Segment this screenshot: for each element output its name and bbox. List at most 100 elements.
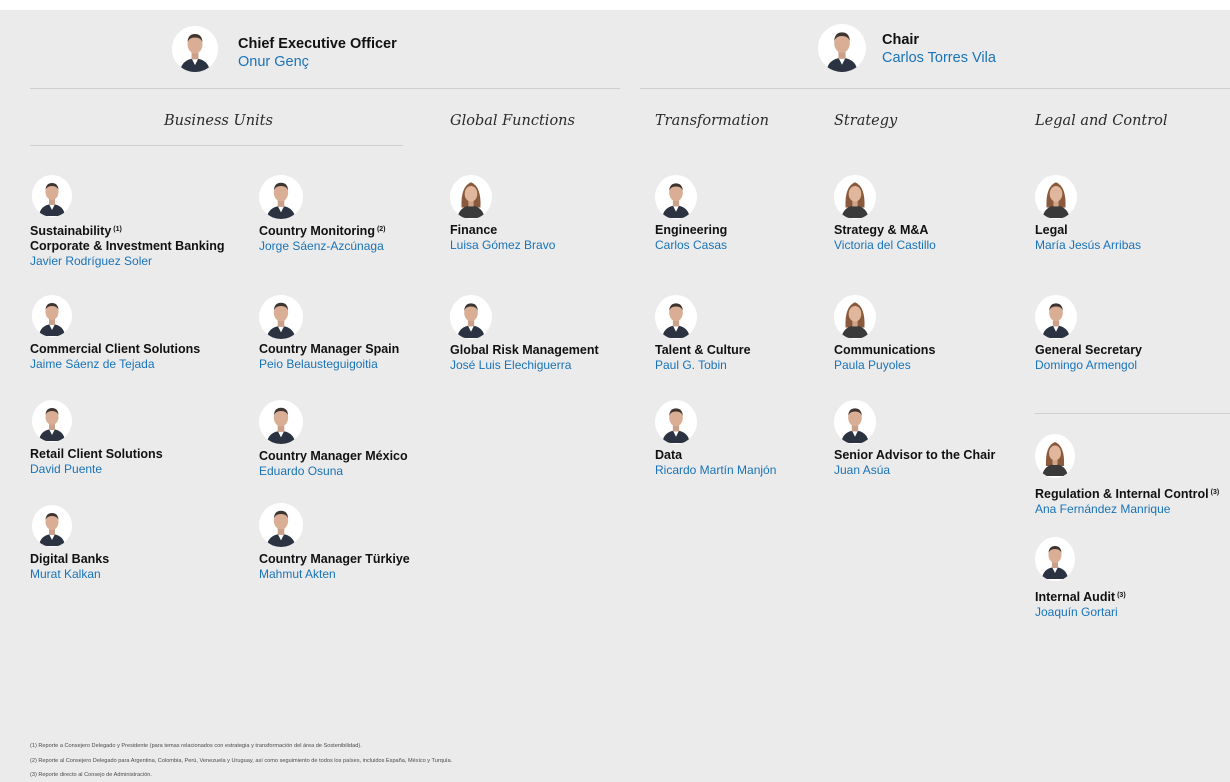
person-card-senior-advisor: Senior Advisor to the Chair Juan Asúa <box>834 400 995 478</box>
footnote-3: (3) Reporte directo al Consejo de Admini… <box>30 772 152 778</box>
regulation-footnote-ref: (3) <box>1210 489 1220 496</box>
retail-title: Retail Client Solutions <box>30 447 163 461</box>
digital-banks-name[interactable]: Murat Kalkan <box>30 567 109 582</box>
retail-portrait-icon <box>32 400 72 442</box>
gen-secretary-title: General Secretary <box>1035 343 1143 357</box>
internal-audit-title: Internal Audit <box>1035 590 1116 604</box>
cm-spain-name[interactable]: Peio Belausteguigoitia <box>259 357 399 372</box>
country-monitoring-title-line: Country Monitoring (2) <box>259 222 386 239</box>
person-card-engineering: Engineering Carlos Casas <box>655 175 727 253</box>
communications-title: Communications <box>834 343 936 357</box>
commercial-name[interactable]: Jaime Sáenz de Tejada <box>30 357 200 372</box>
person-card-communications: Communications Paula Puyoles <box>834 295 935 373</box>
cm-spain-portrait-icon <box>259 295 303 339</box>
section-global-functions: Global Functions <box>450 113 575 129</box>
chair-name[interactable]: Carlos Torres Vila <box>882 49 996 67</box>
section-legal-control: Legal and Control <box>1035 113 1168 129</box>
person-card-regulation: Regulation & Internal Control (3) Ana Fer… <box>1035 434 1219 517</box>
data-name[interactable]: Ricardo Martín Manjón <box>655 463 776 478</box>
chair-title: Chair <box>882 32 920 48</box>
page-top-strip <box>0 0 1230 10</box>
legal-divider <box>1035 413 1230 414</box>
footnote-2: (2) Reporte al Consejero Delegado para A… <box>30 758 453 764</box>
ceo-title: Chief Executive Officer <box>238 36 397 52</box>
regulation-name[interactable]: Ana Fernández Manrique <box>1035 502 1219 517</box>
risk-portrait-icon <box>450 295 492 339</box>
talent-title: Talent & Culture <box>655 343 751 357</box>
legal-name[interactable]: María Jesús Arribas <box>1035 238 1141 253</box>
sustainability-title-line: Sustainability (1) <box>30 222 224 239</box>
cm-mexico-title: Country Manager México <box>259 449 408 463</box>
person-card-sustainability: Sustainability (1) Corporate & Investment… <box>30 175 224 269</box>
cm-turkiye-portrait-icon <box>259 503 303 547</box>
regulation-portrait-icon <box>1035 434 1075 478</box>
cm-turkiye-title: Country Manager Türkiye <box>259 552 410 566</box>
engineering-name[interactable]: Carlos Casas <box>655 238 727 253</box>
cm-spain-title: Country Manager Spain <box>259 342 400 356</box>
finance-name[interactable]: Luisa Gómez Bravo <box>450 238 555 253</box>
internal-audit-footnote-ref: (3) <box>1117 592 1126 599</box>
person-card-retail: Retail Client Solutions David Puente <box>30 400 163 477</box>
talent-portrait-icon <box>655 295 697 339</box>
regulation-title: Regulation & Internal Control <box>1035 487 1209 501</box>
country-monitoring-footnote-ref: (2) <box>376 226 386 233</box>
business-units-divider <box>30 145 403 146</box>
risk-name[interactable]: José Luis Elechiguerra <box>450 358 599 373</box>
retail-name[interactable]: David Puente <box>30 462 163 477</box>
person-card-gen-secretary: General Secretary Domingo Armengol <box>1035 295 1142 373</box>
senior-advisor-name[interactable]: Juan Asúa <box>834 463 995 478</box>
header-divider-right <box>640 88 1230 89</box>
ceo-portrait-icon <box>172 26 218 72</box>
strategy-ma-title: Strategy & M&A <box>834 223 929 237</box>
chair-portrait-icon <box>818 24 866 72</box>
legal-title: Legal <box>1035 223 1068 237</box>
person-card-risk: Global Risk Management José Luis Elechig… <box>450 295 599 373</box>
person-card-finance: Finance Luisa Gómez Bravo <box>450 175 555 253</box>
gen-secretary-portrait-icon <box>1035 295 1077 339</box>
cm-mexico-portrait-icon <box>259 400 303 444</box>
digital-banks-title: Digital Banks <box>30 552 110 566</box>
internal-audit-name[interactable]: Joaquín Gortari <box>1035 605 1126 620</box>
person-card-talent: Talent & Culture Paul G. Tobin <box>655 295 751 373</box>
communications-name[interactable]: Paula Puyoles <box>834 358 935 373</box>
person-card-strategy-ma: Strategy & M&A Victoria del Castillo <box>834 175 936 253</box>
strategy-ma-portrait-icon <box>834 175 876 219</box>
cm-mexico-name[interactable]: Eduardo Osuna <box>259 464 408 479</box>
cib-title: Corporate & Investment Banking <box>30 239 225 253</box>
engineering-title: Engineering <box>655 223 728 237</box>
ceo-name[interactable]: Onur Genç <box>238 53 397 71</box>
risk-title: Global Risk Management <box>450 343 599 357</box>
person-card-cm-turkiye: Country Manager Türkiye Mahmut Akten <box>259 503 410 582</box>
internal-audit-title-line: Internal Audit (3) <box>1035 588 1126 605</box>
internal-audit-portrait-icon <box>1035 537 1075 581</box>
person-card-data: Data Ricardo Martín Manjón <box>655 400 776 478</box>
finance-title: Finance <box>450 223 498 237</box>
commercial-portrait-icon <box>32 295 72 337</box>
data-title: Data <box>655 448 683 462</box>
person-card-country-monitoring: Country Monitoring (2) Jorge Sáenz-Azcúna… <box>259 175 386 254</box>
cm-turkiye-name[interactable]: Mahmut Akten <box>259 567 410 582</box>
communications-portrait-icon <box>834 295 876 339</box>
engineering-portrait-icon <box>655 175 697 219</box>
country-monitoring-name[interactable]: Jorge Sáenz-Azcúnaga <box>259 239 386 254</box>
sustainability-name[interactable]: Javier Rodríguez Soler <box>30 254 224 269</box>
header-divider-left <box>30 88 620 89</box>
finance-portrait-icon <box>450 175 492 219</box>
person-card-cm-spain: Country Manager Spain Peio Belausteguigo… <box>259 295 399 372</box>
person-card-digital-banks: Digital Banks Murat Kalkan <box>30 505 109 582</box>
senior-advisor-portrait-icon <box>834 400 876 444</box>
gen-secretary-name[interactable]: Domingo Armengol <box>1035 358 1142 373</box>
commercial-title: Commercial Client Solutions <box>30 342 201 356</box>
legal-portrait-icon <box>1035 175 1077 219</box>
footnote-1: (1) Reporte a Consejero Delegado y Presi… <box>30 743 362 749</box>
data-portrait-icon <box>655 400 697 444</box>
person-card-internal-audit: Internal Audit (3) Joaquín Gortari <box>1035 537 1126 620</box>
strategy-ma-name[interactable]: Victoria del Castillo <box>834 238 936 253</box>
talent-name[interactable]: Paul G. Tobin <box>655 358 751 373</box>
person-card-legal: Legal María Jesús Arribas <box>1035 175 1141 253</box>
sustainability-portrait-icon <box>32 175 72 217</box>
country-monitoring-portrait-icon <box>259 175 303 219</box>
digital-banks-portrait-icon <box>32 505 72 547</box>
person-card-cm-mexico: Country Manager México Eduardo Osuna <box>259 400 408 479</box>
section-business-units: Business Units <box>164 113 273 129</box>
